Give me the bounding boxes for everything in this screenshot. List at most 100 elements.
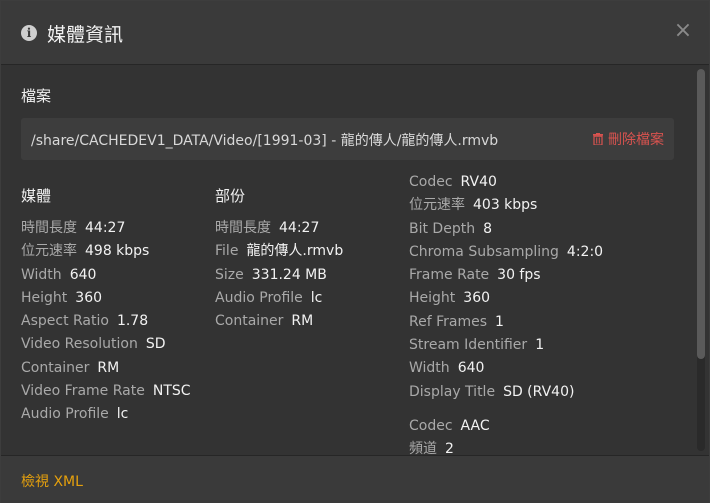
property-row: Audio Profile lc [21,403,191,426]
part-properties: 時間長度 44:27 File 龍的傳人.rmvb Size 331.24 MB Audio… [215,217,343,333]
property-row: Size 331.24 MB [215,264,343,287]
audio-stream-properties: Codec AAC 頻道 2 [409,415,490,455]
property-label: Height [409,290,456,307]
property-label: Size [215,266,244,283]
property-value: 1.78 [116,313,149,330]
property-value: 640 [457,360,485,377]
dialog-header: i 媒體資訊 × [1,1,709,65]
property-row: Container RM [21,357,191,380]
property-row: Width 640 [409,357,603,380]
property-value: 640 [69,266,97,283]
property-label: Height [21,289,68,306]
property-label: 時間長度 [215,220,271,236]
property-label: Ref Frames [409,313,488,330]
file-path: /share/CACHEDEV1_DATA/Video/[1991-03] - … [31,133,499,149]
property-value: RM [97,359,120,376]
property-label: Width [409,360,450,377]
scrollbar-thumb[interactable] [697,69,705,359]
media-properties: 時間長度 44:27 位元速率 498 kbps Width 640 Height 360 As… [21,217,191,427]
property-row: Width 640 [21,264,191,287]
property-value: NTSC [152,383,191,400]
media-info-dialog: i 媒體資訊 × 檔案 /share/CACHEDEV1_DATA/Video/… [0,0,710,503]
part-section-title: 部份 [215,187,246,205]
property-row: Height 360 [21,287,191,310]
property-label: 頻道 [409,441,437,455]
property-label: File [215,243,239,260]
property-row: 位元速率 498 kbps [21,240,191,263]
property-label: Container [215,313,284,330]
dialog-title: 媒體資訊 [47,24,124,46]
property-label: Bit Depth [409,220,476,237]
property-value: 403 kbps [473,197,538,214]
property-label: Display Title [409,383,496,400]
property-value: 360 [463,290,491,307]
property-value: 2 [445,441,454,455]
property-row: 時間長度 44:27 [21,217,191,240]
property-value: SD (RV40) [503,383,575,400]
property-label: Chroma Subsampling [409,243,559,260]
property-value: 龍的傳人.rmvb [246,243,344,260]
property-value: 8 [483,220,492,237]
property-label: Codec [409,174,453,190]
delete-file-label: 刪除檔案 [608,132,664,148]
property-row: Audio Profile lc [215,287,343,310]
scrollbar[interactable] [697,69,705,451]
video-stream-properties: Codec RV40 位元速率 403 kbps Bit Depth 8 Chroma Su… [409,171,603,404]
property-row: Stream Identifier 1 [409,334,603,357]
property-row: Video Resolution SD [21,333,191,356]
property-row: Codec AAC [409,415,490,438]
file-section-title: 檔案 [21,87,52,105]
property-value: 331.24 MB [251,266,327,283]
property-row: 位元速率 403 kbps [409,194,603,217]
property-label: Width [21,266,62,283]
property-value: RM [291,313,314,330]
property-row: Container RM [215,310,343,333]
close-icon[interactable]: × [673,18,693,44]
property-label: Video Resolution [21,336,138,353]
property-value: AAC [460,418,490,434]
property-row: 時間長度 44:27 [215,217,343,240]
property-value: 44:27 [279,220,320,236]
property-value: 4:2:0 [566,243,604,260]
dialog-footer: 檢視 XML [1,455,709,503]
property-label: Stream Identifier [409,337,528,354]
delete-file-button[interactable]: 刪除檔案 [593,129,664,149]
property-value: RV40 [460,174,497,190]
view-xml-link[interactable]: 檢視 XML [21,471,83,491]
property-row: Chroma Subsampling 4:2:0 [409,241,603,264]
property-row: Codec RV40 [409,171,603,194]
property-value: lc [116,406,129,423]
property-value: 30 fps [497,267,541,284]
property-label: 時間長度 [21,220,77,236]
file-path-box: /share/CACHEDEV1_DATA/Video/[1991-03] - … [21,118,674,160]
property-row: File 龍的傳人.rmvb [215,240,343,263]
media-section-title: 媒體 [21,187,52,205]
property-label: Video Frame Rate [21,383,145,400]
property-value: 44:27 [85,220,126,236]
dialog-body[interactable]: 檔案 /share/CACHEDEV1_DATA/Video/[1991-03]… [1,65,709,455]
property-label: Aspect Ratio [21,313,109,330]
property-row: Display Title SD (RV40) [409,381,603,404]
property-label: Audio Profile [215,289,303,306]
info-icon: i [21,25,37,41]
trash-icon [593,133,603,145]
property-label: Frame Rate [409,267,490,284]
property-row: Video Frame Rate NTSC [21,380,191,403]
property-value: 498 kbps [85,243,150,260]
property-label: Audio Profile [21,406,109,423]
property-value: SD [145,336,166,353]
property-label: Container [21,359,90,376]
property-value: lc [310,289,323,306]
property-row: Bit Depth 8 [409,218,603,241]
property-row: Aspect Ratio 1.78 [21,310,191,333]
property-value: 1 [535,337,545,354]
property-label: 位元速率 [21,243,77,260]
property-row: 頻道 2 [409,438,490,455]
property-row: Frame Rate 30 fps [409,264,603,287]
property-label: Codec [409,418,453,434]
property-label: 位元速率 [409,197,465,214]
property-row: Ref Frames 1 [409,311,603,334]
property-value: 1 [495,313,504,330]
property-row: Height 360 [409,287,603,310]
property-value: 360 [75,289,103,306]
